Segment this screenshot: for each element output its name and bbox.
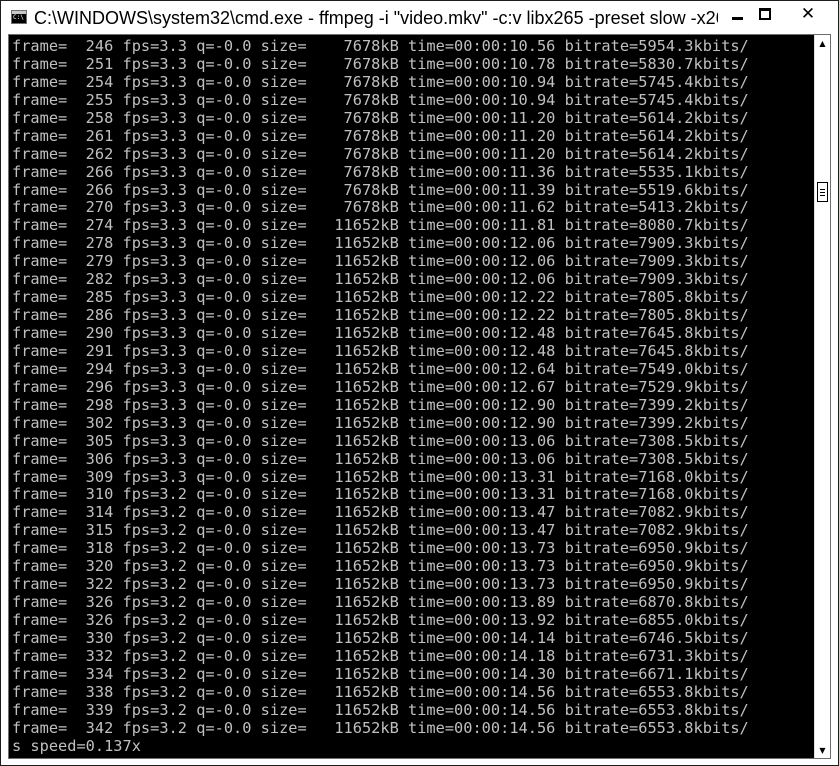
maximize-icon (759, 8, 771, 20)
console-line: frame= 296 fps=3.3 q=-0.0 size= 11652kB … (12, 377, 749, 396)
console-line: frame= 302 fps=3.3 q=-0.0 size= 11652kB … (12, 413, 749, 432)
console-line: frame= 261 fps=3.3 q=-0.0 size= 7678kB t… (12, 126, 749, 145)
console-line: frame= 322 fps=3.2 q=-0.0 size= 11652kB … (12, 575, 749, 594)
console-line: frame= 338 fps=3.2 q=-0.0 size= 11652kB … (12, 682, 749, 701)
console-app-icon[interactable] (11, 10, 27, 24)
console-line: frame= 291 fps=3.3 q=-0.0 size= 11652kB … (12, 341, 749, 360)
console-line: frame= 255 fps=3.3 q=-0.0 size= 7678kB t… (12, 90, 749, 109)
console-line: frame= 342 fps=3.2 q=-0.0 size= 11652kB … (12, 718, 749, 737)
console-line: frame= 266 fps=3.3 q=-0.0 size= 7678kB t… (12, 180, 749, 199)
vertical-scrollbar[interactable]: ▲ ▼ (814, 35, 830, 758)
close-icon: ✕ (800, 3, 816, 24)
console-line: frame= 258 fps=3.3 q=-0.0 size= 7678kB t… (12, 108, 749, 127)
window-title: C:\WINDOWS\system32\cmd.exe - ffmpeg -i … (34, 8, 718, 28)
console-output[interactable]: frame= 246 fps=3.3 q=-0.0 size= 7678kB t… (12, 38, 812, 756)
console-line: frame= 251 fps=3.3 q=-0.0 size= 7678kB t… (12, 54, 749, 73)
console-line: frame= 254 fps=3.3 q=-0.0 size= 7678kB t… (12, 72, 749, 91)
minimize-button[interactable] (723, 1, 751, 27)
console-line: frame= 294 fps=3.3 q=-0.0 size= 11652kB … (12, 359, 749, 378)
console-line: frame= 285 fps=3.3 q=-0.0 size= 11652kB … (12, 288, 749, 307)
console-line: frame= 334 fps=3.2 q=-0.0 size= 11652kB … (12, 664, 749, 683)
console-line: frame= 279 fps=3.3 q=-0.0 size= 11652kB … (12, 252, 749, 271)
close-button[interactable]: ✕ (779, 1, 837, 27)
title-bar[interactable]: C:\WINDOWS\system32\cmd.exe - ffmpeg -i … (1, 1, 838, 34)
scroll-thumb[interactable] (817, 182, 828, 202)
console-line: frame= 246 fps=3.3 q=-0.0 size= 7678kB t… (12, 38, 749, 55)
console-line: frame= 320 fps=3.2 q=-0.0 size= 11652kB … (12, 557, 749, 576)
console-line: frame= 309 fps=3.3 q=-0.0 size= 11652kB … (12, 467, 749, 486)
minimize-icon (731, 16, 743, 20)
console-line: frame= 326 fps=3.2 q=-0.0 size= 11652kB … (12, 611, 749, 629)
console-line: frame= 266 fps=3.3 q=-0.0 size= 7678kB t… (12, 162, 749, 181)
console-line: frame= 310 fps=3.2 q=-0.0 size= 11652kB … (12, 485, 749, 504)
console-line: frame= 278 fps=3.3 q=-0.0 size= 11652kB … (12, 234, 749, 253)
console-line: frame= 290 fps=3.3 q=-0.0 size= 11652kB … (12, 324, 749, 342)
console-line: frame= 326 fps=3.2 q=-0.0 size= 11652kB … (12, 593, 749, 612)
console-line: frame= 270 fps=3.3 q=-0.0 size= 7678kB t… (12, 198, 749, 217)
scroll-down-arrow-icon[interactable]: ▼ (815, 742, 830, 758)
console-line: frame= 286 fps=3.3 q=-0.0 size= 11652kB … (12, 306, 749, 325)
console-line: frame= 330 fps=3.2 q=-0.0 size= 11652kB … (12, 628, 749, 647)
console-line: frame= 332 fps=3.2 q=-0.0 size= 11652kB … (12, 646, 749, 665)
scroll-up-arrow-icon[interactable]: ▲ (815, 35, 830, 51)
console-line: frame= 306 fps=3.3 q=-0.0 size= 11652kB … (12, 449, 749, 468)
console-line: frame= 315 fps=3.2 q=-0.0 size= 11652kB … (12, 521, 749, 540)
console-line: frame= 274 fps=3.3 q=-0.0 size= 11652kB … (12, 216, 749, 235)
console-line: frame= 262 fps=3.3 q=-0.0 size= 7678kB t… (12, 144, 749, 163)
cmd-window: C:\WINDOWS\system32\cmd.exe - ffmpeg -i … (0, 0, 839, 766)
console-line: frame= 298 fps=3.3 q=-0.0 size= 11652kB … (12, 395, 749, 414)
console-line: frame= 314 fps=3.2 q=-0.0 size= 11652kB … (12, 503, 749, 522)
console-area: frame= 246 fps=3.3 q=-0.0 size= 7678kB t… (8, 34, 831, 759)
console-line: frame= 305 fps=3.3 q=-0.0 size= 11652kB … (12, 431, 749, 450)
console-line: s speed=0.137x (12, 736, 141, 755)
console-line: frame= 282 fps=3.3 q=-0.0 size= 11652kB … (12, 270, 749, 289)
console-line: frame= 318 fps=3.2 q=-0.0 size= 11652kB … (12, 539, 749, 558)
console-line: frame= 339 fps=3.2 q=-0.0 size= 11652kB … (12, 700, 749, 719)
maximize-button[interactable] (751, 1, 779, 27)
